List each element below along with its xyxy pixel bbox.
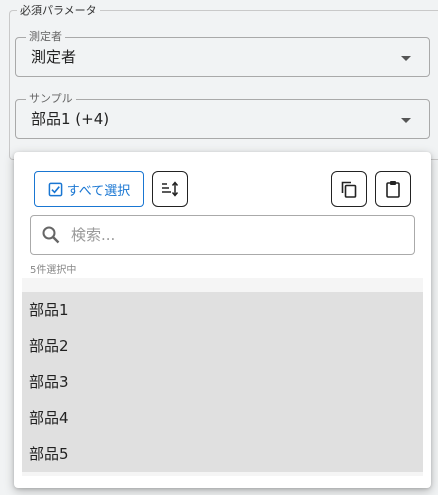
list-item[interactable]: 部品2 [22, 328, 423, 364]
copy-button[interactable] [331, 171, 367, 207]
copy-icon [341, 181, 357, 198]
checkbox-checked-icon [48, 182, 63, 196]
measurer-label: 測定者 [26, 30, 65, 44]
sample-dropdown-popup: すべて選択 5件選択中 部品1 [14, 152, 431, 488]
select-all-button[interactable]: すべて選択 [34, 171, 144, 207]
select-all-label: すべて選択 [66, 183, 131, 199]
sort-icon [162, 181, 179, 197]
dropdown-arrow-icon[interactable] [401, 56, 411, 61]
search-icon [42, 226, 60, 244]
measurer-select[interactable]: 測定者 測定者 [15, 30, 430, 77]
list-item[interactable]: 部品1 [22, 292, 423, 328]
list-item[interactable]: 部品5 [22, 436, 423, 472]
option-list: 部品1 部品2 部品3 部品4 部品5 [22, 292, 423, 472]
list-item[interactable]: 部品3 [22, 364, 423, 400]
option-list-container[interactable]: 部品1 部品2 部品3 部品4 部品5 [22, 278, 423, 476]
selected-count: 5件選択中 [30, 265, 77, 276]
list-item[interactable]: 部品4 [22, 400, 423, 436]
section-legend: 必須パラメータ [17, 2, 100, 18]
sample-value: 部品1 (+4) [31, 110, 110, 128]
sample-select[interactable]: サンプル 部品1 (+4) [15, 92, 430, 139]
sample-label: サンプル [26, 92, 76, 106]
search-field[interactable] [30, 215, 415, 255]
clipboard-icon [386, 181, 400, 198]
dropdown-arrow-icon[interactable] [401, 118, 411, 123]
search-input[interactable] [71, 224, 401, 246]
paste-button[interactable] [375, 171, 411, 207]
measurer-value: 測定者 [31, 48, 77, 66]
sort-button[interactable] [152, 171, 188, 207]
